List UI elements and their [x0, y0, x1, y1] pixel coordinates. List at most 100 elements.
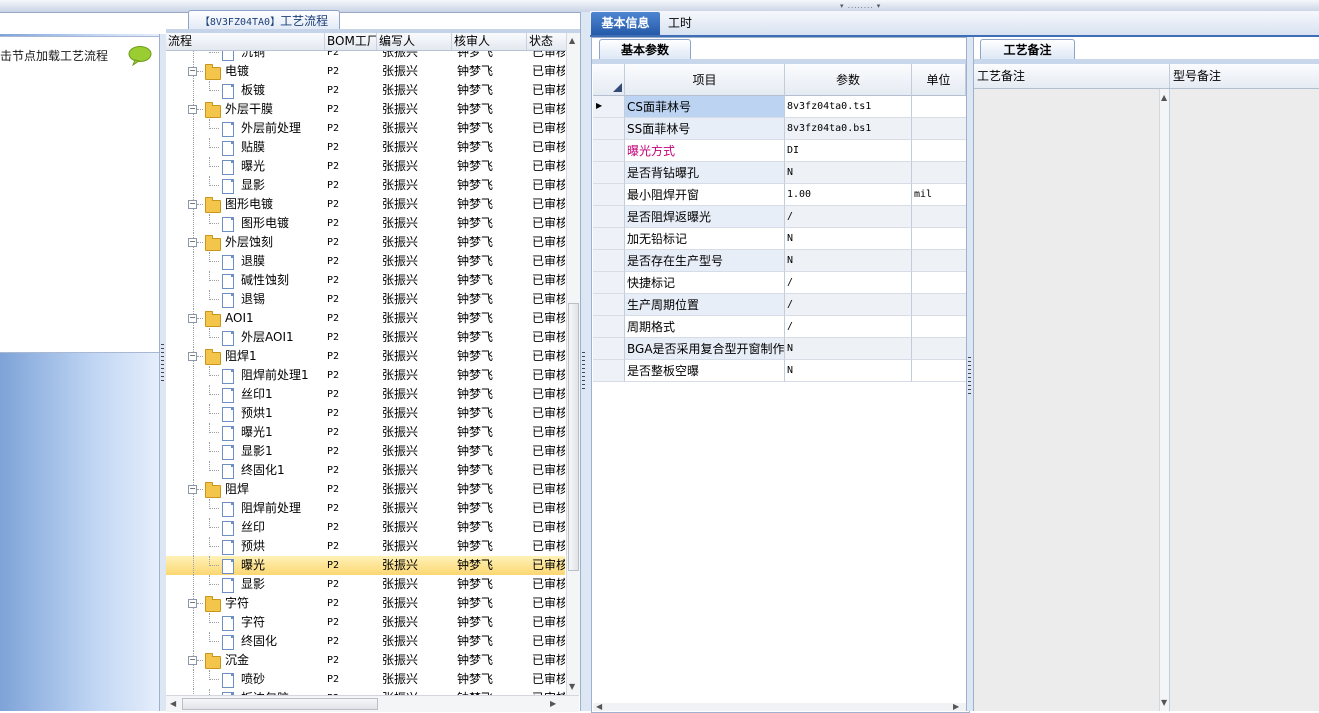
- row-selector[interactable]: [593, 316, 625, 338]
- scroll-right-icon[interactable]: ▶: [953, 703, 959, 711]
- tree-row[interactable]: 沉铜 P2 张振兴 钟梦飞 已审核: [166, 51, 565, 62]
- param-row[interactable]: 快捷标记 /: [593, 272, 966, 294]
- param-item-cell[interactable]: 是否阻焊返曝光: [625, 206, 785, 228]
- col-header-reviewer[interactable]: 核审人: [452, 33, 527, 50]
- splitter-grip[interactable]: ▾ ........ ▾: [840, 3, 904, 10]
- row-selector[interactable]: [593, 206, 625, 228]
- row-selector[interactable]: [593, 140, 625, 162]
- param-row[interactable]: 周期格式 /: [593, 316, 966, 338]
- collapse-icon[interactable]: −: [188, 200, 197, 209]
- param-unit-cell[interactable]: [912, 206, 966, 228]
- tree-row[interactable]: 终固化 P2 张振兴 钟梦飞 已审核: [166, 632, 565, 651]
- param-unit-cell[interactable]: mil: [912, 184, 966, 206]
- tree-hscroll-thumb[interactable]: [182, 698, 378, 710]
- tree-row[interactable]: 图形电镀 P2 张振兴 钟梦飞 已审核: [166, 214, 565, 233]
- param-row[interactable]: ▶ CS面菲林号 8v3fz04ta0.ts1: [593, 96, 966, 118]
- param-value-cell[interactable]: /: [785, 206, 912, 228]
- tree-row[interactable]: − 阻焊 P2 张振兴 钟梦飞 已审核: [166, 480, 565, 499]
- scroll-left-icon[interactable]: ◀: [596, 703, 602, 711]
- tab-work-hours[interactable]: 工时: [668, 12, 708, 34]
- col-header-model-notes[interactable]: 型号备注: [1170, 64, 1319, 88]
- param-unit-cell[interactable]: [912, 118, 966, 140]
- col-header-process-notes[interactable]: 工艺备注: [974, 64, 1170, 88]
- tree-row[interactable]: 字符 P2 张振兴 钟梦飞 已审核: [166, 613, 565, 632]
- tree-row[interactable]: 曝光1 P2 张振兴 钟梦飞 已审核: [166, 423, 565, 442]
- row-selector[interactable]: [593, 162, 625, 184]
- tree-row[interactable]: 退锡 P2 张振兴 钟梦飞 已审核: [166, 290, 565, 309]
- basic-params-tab[interactable]: 基本参数: [599, 39, 691, 60]
- scroll-down-icon[interactable]: ▼: [569, 683, 575, 691]
- scroll-up-icon[interactable]: ▲: [1161, 94, 1167, 102]
- model-notes-textarea[interactable]: [1171, 89, 1319, 711]
- collapse-icon[interactable]: −: [188, 238, 197, 247]
- collapse-icon[interactable]: −: [188, 599, 197, 608]
- col-header-process[interactable]: 流程: [166, 33, 325, 50]
- param-value-cell[interactable]: /: [785, 272, 912, 294]
- row-selector[interactable]: [593, 184, 625, 206]
- param-row[interactable]: 生产周期位置 /: [593, 294, 966, 316]
- param-unit-cell[interactable]: [912, 316, 966, 338]
- param-unit-cell[interactable]: [912, 96, 966, 118]
- col-header-bom[interactable]: BOM工厂: [325, 33, 377, 50]
- param-value-cell[interactable]: N: [785, 360, 912, 382]
- tree-row[interactable]: − AOI1 P2 张振兴 钟梦飞 已审核: [166, 309, 565, 328]
- tree-row[interactable]: 显影 P2 张振兴 钟梦飞 已审核: [166, 176, 565, 195]
- param-row[interactable]: 是否整板空曝 N: [593, 360, 966, 382]
- param-unit-cell[interactable]: [912, 338, 966, 360]
- tree-row[interactable]: 显影1 P2 张振兴 钟梦飞 已审核: [166, 442, 565, 461]
- param-item-cell[interactable]: BGA是否采用复合型开窗制作: [625, 338, 785, 360]
- collapse-icon[interactable]: −: [188, 485, 197, 494]
- process-tab[interactable]: 【8V3FZ04TA0】工艺流程: [188, 10, 340, 31]
- tree-row[interactable]: 阻焊前处理 P2 张振兴 钟梦飞 已审核: [166, 499, 565, 518]
- param-value-cell[interactable]: DI: [785, 140, 912, 162]
- param-value-cell[interactable]: 8v3fz04ta0.bs1: [785, 118, 912, 140]
- tree-row[interactable]: 显影 P2 张振兴 钟梦飞 已审核: [166, 575, 565, 594]
- param-value-cell[interactable]: N: [785, 228, 912, 250]
- param-unit-cell[interactable]: [912, 140, 966, 162]
- tree-row[interactable]: 终固化1 P2 张振兴 钟梦飞 已审核: [166, 461, 565, 480]
- param-value-cell[interactable]: /: [785, 316, 912, 338]
- param-unit-cell[interactable]: [912, 272, 966, 294]
- param-unit-cell[interactable]: [912, 250, 966, 272]
- tree-row[interactable]: 退膜 P2 张振兴 钟梦飞 已审核: [166, 252, 565, 271]
- tree-row[interactable]: − 图形电镀 P2 张振兴 钟梦飞 已审核: [166, 195, 565, 214]
- scroll-up-icon[interactable]: ▲: [569, 37, 575, 45]
- tree-vscroll-thumb[interactable]: [568, 303, 579, 571]
- process-notes-textarea[interactable]: [974, 89, 1159, 711]
- tree-row[interactable]: − 电镀 P2 张振兴 钟梦飞 已审核: [166, 62, 565, 81]
- param-value-cell[interactable]: N: [785, 338, 912, 360]
- param-row[interactable]: 加无铅标记 N: [593, 228, 966, 250]
- tree-row[interactable]: − 外层干膜 P2 张振兴 钟梦飞 已审核: [166, 100, 565, 119]
- notes-vertical-scrollbar[interactable]: ▲ ▼: [1159, 89, 1170, 711]
- tree-row[interactable]: − 字符 P2 张振兴 钟梦飞 已审核: [166, 594, 565, 613]
- param-item-cell[interactable]: CS面菲林号: [625, 96, 785, 118]
- collapse-icon[interactable]: −: [188, 352, 197, 361]
- param-item-cell[interactable]: 是否背钻曝孔: [625, 162, 785, 184]
- tree-row[interactable]: 喷砂 P2 张振兴 钟梦飞 已审核: [166, 670, 565, 689]
- param-row[interactable]: BGA是否采用复合型开窗制作 N: [593, 338, 966, 360]
- param-row[interactable]: 曝光方式 DI: [593, 140, 966, 162]
- param-unit-cell[interactable]: [912, 162, 966, 184]
- param-value-cell[interactable]: N: [785, 162, 912, 184]
- param-unit-cell[interactable]: [912, 360, 966, 382]
- tree-row[interactable]: 曝光 P2 张振兴 钟梦飞 已审核: [166, 556, 565, 575]
- param-item-cell[interactable]: 加无铅标记: [625, 228, 785, 250]
- param-unit-cell[interactable]: [912, 294, 966, 316]
- param-value-cell[interactable]: 8v3fz04ta0.ts1: [785, 96, 912, 118]
- tree-row[interactable]: 外层AOI1 P2 张振兴 钟梦飞 已审核: [166, 328, 565, 347]
- col-header-unit[interactable]: 单位: [912, 64, 966, 96]
- col-header-param[interactable]: 参数: [785, 64, 912, 96]
- notes-tab[interactable]: 工艺备注: [980, 39, 1075, 60]
- col-header-item[interactable]: 项目: [625, 64, 785, 96]
- param-value-cell[interactable]: 1.00: [785, 184, 912, 206]
- scroll-down-icon[interactable]: ▼: [1161, 699, 1167, 707]
- tree-row[interactable]: 丝印1 P2 张振兴 钟梦飞 已审核: [166, 385, 565, 404]
- tab-basic-info[interactable]: 基本信息: [591, 12, 660, 35]
- tree-row[interactable]: 丝印 P2 张振兴 钟梦飞 已审核: [166, 518, 565, 537]
- tree-row[interactable]: 预烘1 P2 张振兴 钟梦飞 已审核: [166, 404, 565, 423]
- param-row[interactable]: 是否背钻曝孔 N: [593, 162, 966, 184]
- param-unit-cell[interactable]: [912, 228, 966, 250]
- collapse-icon[interactable]: −: [188, 67, 197, 76]
- params-grid[interactable]: 项目 参数 单位 ▶ CS面菲林号 8v3fz04ta0.ts1 SS面菲林号 8v3f…: [593, 64, 966, 704]
- scroll-left-icon[interactable]: ◀: [170, 700, 176, 708]
